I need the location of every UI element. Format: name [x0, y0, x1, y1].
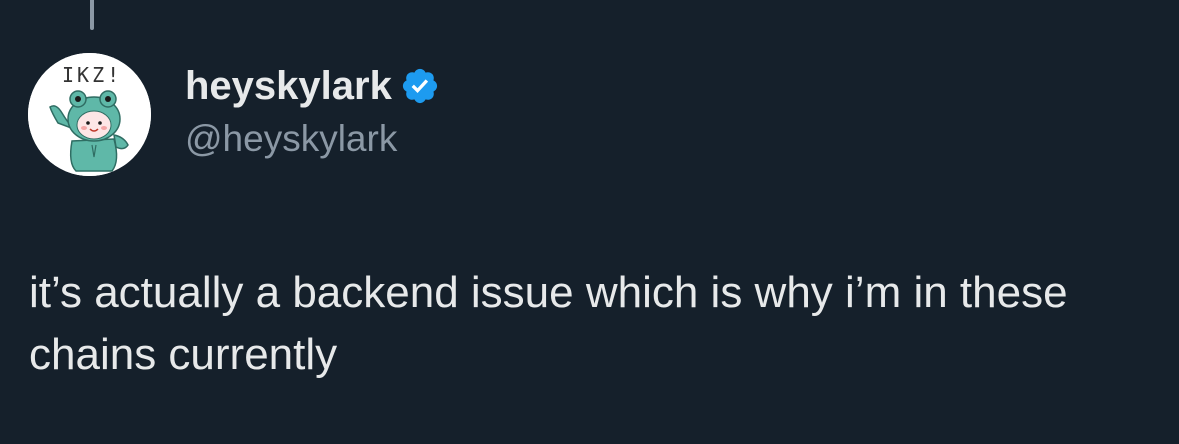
avatar-caption: IKZ!	[62, 63, 123, 87]
thread-connector-line	[90, 0, 94, 30]
avatar[interactable]: IKZ!	[28, 53, 151, 176]
verified-badge-icon[interactable]	[400, 66, 440, 106]
tweet-text: it’s actually a backend issue which is w…	[29, 268, 1068, 379]
display-name[interactable]: heyskylark	[185, 62, 392, 110]
author-handle[interactable]: @heyskylark	[185, 116, 397, 162]
author-name-row[interactable]: heyskylark	[185, 62, 440, 110]
